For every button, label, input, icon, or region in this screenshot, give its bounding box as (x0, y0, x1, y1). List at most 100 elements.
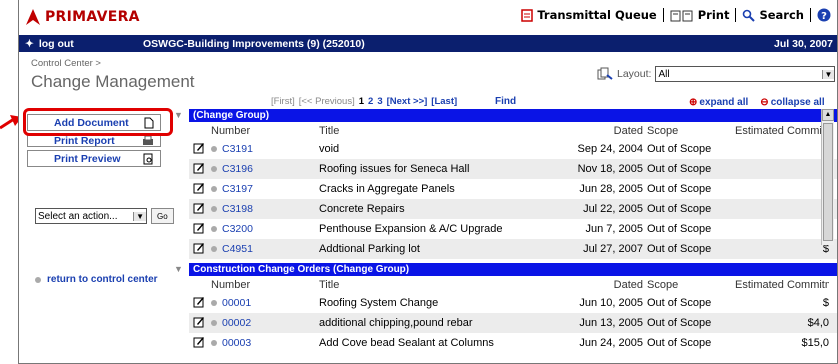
col-dated[interactable]: Dated (547, 279, 647, 291)
print-link[interactable]: Print (666, 8, 734, 22)
document-scope: Out of Scope (647, 203, 712, 215)
table-row[interactable]: C3197 Cracks in Aggregate Panels Jun 28, 2… (189, 179, 837, 199)
search-label: Search (759, 8, 804, 22)
logout-link[interactable]: ✦ log out (19, 38, 143, 50)
edit-icon[interactable] (189, 162, 211, 177)
primavera-logo-icon (26, 9, 40, 25)
document-icon (521, 8, 534, 22)
first-page-link[interactable]: [First] (271, 96, 295, 107)
col-scope[interactable]: Scope (647, 279, 735, 291)
page-2-link[interactable]: 2 (368, 96, 373, 107)
search-link[interactable]: Search (738, 8, 808, 22)
document-scope: Out of Scope (647, 163, 712, 175)
minus-icon: ⊖ (760, 97, 769, 108)
next-page-link[interactable]: [Next >>] (387, 96, 428, 107)
breadcrumb[interactable]: Control Center > (31, 58, 101, 69)
find-link[interactable]: Find (495, 96, 516, 107)
edit-icon[interactable] (189, 296, 211, 311)
table-row[interactable]: 00003 Add Cove bead Sealant at Columns Jun… (189, 333, 837, 353)
col-scope[interactable]: Scope (647, 125, 735, 137)
print-report-label: Print Report (54, 134, 115, 147)
page-3-link[interactable]: 3 (377, 96, 382, 107)
print-preview-button[interactable]: Print Preview (27, 150, 161, 167)
transmittal-queue-link[interactable]: Transmittal Queue (517, 8, 660, 22)
layout-control: Layout: All ▼ Go (597, 66, 837, 82)
logout-icon: ✦ (25, 37, 34, 50)
edit-icon[interactable] (189, 182, 211, 197)
document-date: Jun 10, 2005 (579, 297, 643, 309)
col-title[interactable]: Title (319, 125, 547, 137)
layout-label: Layout: (617, 68, 652, 80)
table-row[interactable]: 00001 Roofing System Change Jun 10, 2005 Ou… (189, 293, 837, 313)
collapse-all-label: collapse all (770, 97, 825, 108)
table-row[interactable]: C3198 Concrete Repairs Jul 22, 2005 Out of … (189, 199, 837, 219)
page-title: Change Management (31, 72, 195, 91)
document-date: Nov 18, 2005 (577, 163, 643, 175)
chevron-down-icon: ▼ (133, 211, 146, 221)
divider (810, 8, 811, 22)
edit-icon[interactable] (189, 142, 211, 157)
table-row[interactable]: C4951 Addtional Parking lot Jul 27, 2007 Ou… (189, 239, 837, 259)
action-select[interactable]: Select an action... ▼ (35, 208, 147, 224)
bullet-icon (211, 166, 217, 172)
layout-icon (597, 67, 613, 80)
col-number[interactable]: Number (211, 279, 319, 291)
document-number-link[interactable]: C3191 (222, 143, 253, 155)
col-title[interactable]: Title (319, 279, 547, 291)
col-cost[interactable]: Estimated Commitm (735, 125, 829, 137)
document-number-link[interactable]: C3200 (222, 223, 253, 235)
brand-name: PRIMAVERA (45, 9, 140, 25)
document-number-link[interactable]: C3198 (222, 203, 253, 215)
expand-all-label: expand all (699, 97, 749, 108)
col-cost[interactable]: Estimated Commitm (735, 279, 829, 291)
edit-icon[interactable] (189, 336, 211, 351)
document-title: additional chipping,pound rebar (319, 317, 473, 329)
document-date: Jun 28, 2005 (579, 183, 643, 195)
edit-icon[interactable] (189, 242, 211, 257)
scroll-thumb[interactable] (823, 123, 833, 241)
edit-icon[interactable] (189, 316, 211, 331)
svg-text:?: ? (821, 11, 827, 22)
collapse-all-link[interactable]: ⊖ collapse all (760, 97, 824, 108)
edit-icon[interactable] (189, 202, 211, 217)
column-headers: Number Title Dated Scope Estimated Commi… (189, 276, 837, 293)
document-number-link[interactable]: 00003 (222, 337, 251, 349)
search-icon (743, 9, 756, 22)
document-title: Add Cove bead Sealant at Columns (319, 337, 494, 349)
document-date: Sep 24, 2004 (577, 143, 643, 155)
collapse-caret-icon[interactable]: ▼ (174, 110, 183, 120)
expand-all-link[interactable]: ⊕ expand all (689, 97, 748, 108)
help-link[interactable]: ? (813, 8, 835, 22)
plus-icon: ⊕ (689, 97, 698, 108)
document-number-link[interactable]: 00002 (222, 317, 251, 329)
group-header[interactable]: ▼ Construction Change Orders (Change Gro… (174, 263, 837, 276)
group-header[interactable]: ▼ (Change Group) (174, 109, 837, 122)
col-number[interactable]: Number (211, 125, 319, 137)
scroll-up-icon[interactable]: ▲ (822, 109, 834, 121)
collapse-caret-icon[interactable]: ▼ (174, 264, 183, 274)
last-page-link[interactable]: [Last] (431, 96, 457, 107)
document-date: Jun 24, 2005 (579, 337, 643, 349)
table-row[interactable]: 00002 additional chipping,pound rebar Jun … (189, 313, 837, 333)
document-number-link[interactable]: C4951 (222, 243, 253, 255)
edit-icon[interactable] (189, 222, 211, 237)
col-dated[interactable]: Dated (547, 125, 647, 137)
previous-page-link[interactable]: [<< Previous] (299, 96, 355, 107)
table-row[interactable]: C3200 Penthouse Expansion & A/C Upgrade Ju… (189, 219, 837, 239)
column-headers: Number Title Dated Scope Estimated Commi… (189, 122, 837, 139)
table-row[interactable]: C3196 Roofing issues for Seneca Hall Nov 1… (189, 159, 837, 179)
document-number-link[interactable]: C3196 (222, 163, 253, 175)
bullet-icon (211, 206, 217, 212)
scrollbar[interactable]: ▲ (821, 109, 834, 245)
document-cost: $ (822, 243, 829, 255)
document-cost: $4,0 (807, 317, 829, 329)
table-row[interactable]: C3191 void Sep 24, 2004 Out of Scope $ (189, 139, 837, 159)
document-number-link[interactable]: 00001 (222, 297, 251, 309)
return-link[interactable]: return to control center (35, 274, 158, 285)
document-cost: $ (735, 203, 829, 215)
action-go-button[interactable]: Go (151, 208, 174, 224)
group-name: Construction Change Orders (Change Group… (193, 264, 410, 275)
document-number-link[interactable]: C3197 (222, 183, 253, 195)
layout-select[interactable]: All ▼ (655, 66, 836, 82)
bullet-icon (211, 340, 217, 346)
